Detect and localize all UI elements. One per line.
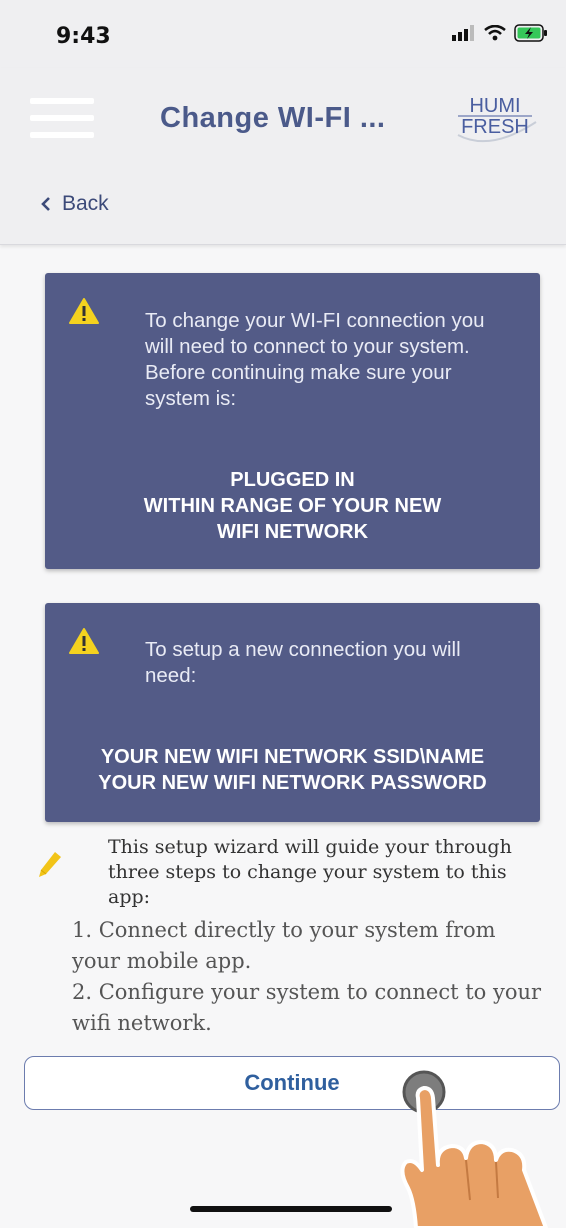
continue-label: Continue — [244, 1070, 340, 1095]
card-requirements: YOUR NEW WIFI NETWORK SSID\NAME YOUR NEW… — [45, 744, 540, 796]
chevron-left-icon — [41, 197, 50, 211]
battery-charging-icon — [514, 24, 547, 42]
status-icons — [452, 24, 548, 42]
status-time: 9:43 — [56, 24, 111, 49]
requirement-line: YOUR NEW WIFI NETWORK SSID\NAME — [100, 746, 485, 768]
page-title: Change WI-FI ... — [160, 102, 386, 134]
signal-icon — [452, 25, 474, 41]
app-header: Change WI-FI ... HUMI FRESH Back — [0, 68, 566, 245]
info-card-connection: To change your WI-FI connection you will… — [45, 273, 540, 569]
card-text: To change your WI-FI connection you will… — [145, 309, 485, 410]
menu-icon[interactable] — [30, 98, 94, 142]
step-item: 2. Configure your system to connect to y… — [72, 980, 542, 1035]
tap-hand-icon — [400, 1070, 548, 1228]
pencil-icon — [39, 852, 61, 877]
info-card-setup: To setup a new connection you will need:… — [45, 603, 540, 822]
humifresh-logo: HUMI FRESH — [457, 95, 537, 143]
requirement-line: WITHIN RANGE OF YOUR NEW — [143, 495, 442, 517]
wifi-icon — [484, 25, 506, 41]
card-requirements: PLUGGED IN WITHIN RANGE OF YOUR NEW WIFI… — [45, 467, 540, 545]
warning-icon — [69, 298, 99, 324]
requirement-line: YOUR NEW WIFI NETWORK PASSWORD — [98, 772, 487, 794]
step-item: 1. Connect directly to your system from … — [72, 918, 496, 973]
home-indicator[interactable] — [190, 1206, 392, 1212]
back-button[interactable]: Back — [40, 192, 109, 216]
warning-icon — [69, 628, 99, 654]
steps-list: 1. Connect directly to your system from … — [72, 915, 542, 1039]
logo-text-humi: HUMI — [469, 95, 520, 117]
wizard-intro: This setup wizard will guide your throug… — [108, 836, 512, 908]
requirement-line: WIFI NETWORK — [216, 521, 369, 543]
logo-text-fresh: FRESH — [461, 116, 529, 138]
status-bar: 9:43 — [0, 0, 566, 68]
back-label: Back — [62, 192, 109, 215]
card-text: To setup a new connection you will need: — [145, 638, 461, 687]
requirement-line: PLUGGED IN — [230, 469, 355, 491]
